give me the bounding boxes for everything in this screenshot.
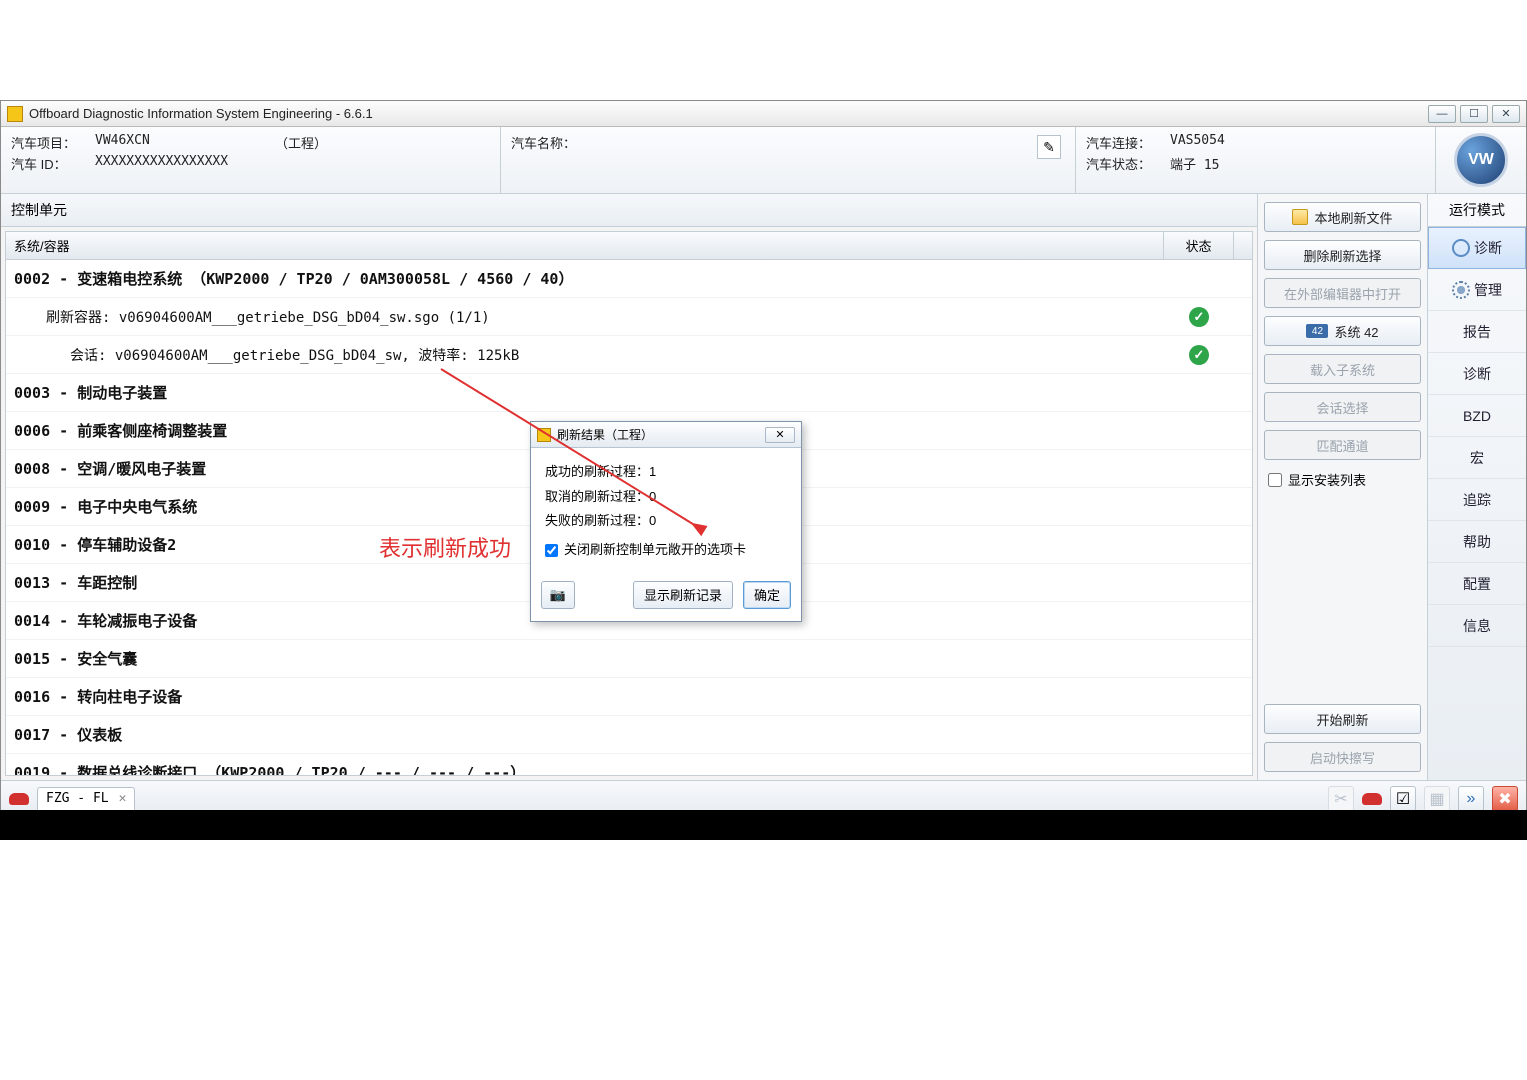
table-row[interactable]: 0019 - 数据总线诊断接口 （KWP2000 / TP20 / --- / … <box>6 754 1252 775</box>
open-external-editor-button[interactable]: 在外部编辑器中打开 <box>1264 278 1421 308</box>
minimize-button[interactable]: — <box>1428 105 1456 123</box>
table-row[interactable]: 0002 - 变速箱电控系统 （KWP2000 / TP20 / 0AM3000… <box>6 260 1252 298</box>
dialog-screenshot-button[interactable]: 📷 <box>541 581 575 609</box>
car-icon <box>9 793 29 805</box>
mode-item-manage[interactable]: 管理 <box>1428 269 1526 311</box>
annotation-arrow <box>381 349 721 549</box>
mode-item-info[interactable]: 信息 <box>1428 605 1526 647</box>
row-text: 0016 - 转向柱电子设备 <box>6 686 1164 707</box>
close-button[interactable]: ✕ <box>1492 105 1520 123</box>
footer-scissors-button[interactable]: ✂ <box>1328 786 1354 812</box>
mode-item-diagnosis[interactable]: 诊断 <box>1428 227 1526 269</box>
app-icon <box>7 106 23 122</box>
conn-value: VAS5054 <box>1170 133 1225 152</box>
mode-sidebar: 运行模式 诊断 管理 报告 诊断 BZD 宏 追踪 帮助 配置 信息 <box>1428 194 1526 780</box>
col-system[interactable]: 系统/容器 <box>6 232 1164 259</box>
folder-icon <box>1292 209 1308 225</box>
project-label: 汽车项目： <box>11 133 95 152</box>
mode-item-bzd[interactable]: BZD <box>1428 395 1526 437</box>
dialog-close-button[interactable]: ✕ <box>765 427 795 443</box>
name-label: 汽车名称： <box>511 133 595 152</box>
action-panel: 本地刷新文件 删除刷新选择 在外部编辑器中打开 42系统 42 载入子系统 会话… <box>1258 194 1428 780</box>
num42-icon: 42 <box>1306 324 1328 338</box>
start-quickwrite-button[interactable]: 启动快擦写 <box>1264 742 1421 772</box>
window-title: Offboard Diagnostic Information System E… <box>29 106 1428 121</box>
camera-icon: 📷 <box>550 587 566 603</box>
dialog-show-log-button[interactable]: 显示刷新记录 <box>633 581 733 609</box>
tab-close-icon[interactable]: ✕ <box>119 791 127 806</box>
table-row[interactable]: 0017 - 仪表板 <box>6 716 1252 754</box>
mode-item-macro[interactable]: 宏 <box>1428 437 1526 479</box>
edit-name-button[interactable]: ✎ <box>1037 135 1061 159</box>
stethoscope-icon <box>1452 239 1470 257</box>
vw-logo-icon <box>1454 133 1508 187</box>
id-value: XXXXXXXXXXXXXXXXX <box>95 154 228 173</box>
tab-fzg[interactable]: FZG - FL✕ <box>37 787 135 811</box>
footer-grid-button[interactable]: ▦ <box>1424 786 1450 812</box>
local-flash-file-button[interactable]: 本地刷新文件 <box>1264 202 1421 232</box>
match-channel-button[interactable]: 匹配通道 <box>1264 430 1421 460</box>
footer-cancel-button[interactable]: ✖ <box>1492 786 1518 812</box>
mode-item-help[interactable]: 帮助 <box>1428 521 1526 563</box>
system-42-button[interactable]: 42系统 42 <box>1264 316 1421 346</box>
row-text: 0015 - 安全气囊 <box>6 648 1164 669</box>
maximize-button[interactable]: ☐ <box>1460 105 1488 123</box>
footer-car-icon <box>1362 793 1382 805</box>
check-ok-icon <box>1189 345 1209 365</box>
delete-flash-selection-button[interactable]: 删除刷新选择 <box>1264 240 1421 270</box>
row-text: 0019 - 数据总线诊断接口 （KWP2000 / TP20 / --- / … <box>6 762 1164 775</box>
footer-check-button[interactable]: ☑ <box>1390 786 1416 812</box>
col-status[interactable]: 状态 <box>1164 232 1234 259</box>
table-row[interactable]: 0015 - 安全气囊 <box>6 640 1252 678</box>
info-header: 汽车项目：VW46XCN（工程） 汽车 ID：XXXXXXXXXXXXXXXXX… <box>1 127 1526 194</box>
pencil-icon: ✎ <box>1043 139 1055 156</box>
state-value: 端子 15 <box>1170 154 1219 173</box>
mode-title: 运行模式 <box>1428 194 1526 227</box>
mode-item-diag2[interactable]: 诊断 <box>1428 353 1526 395</box>
show-install-list-input[interactable] <box>1268 473 1282 487</box>
mode-item-trace[interactable]: 追踪 <box>1428 479 1526 521</box>
project-value: VW46XCN <box>95 133 275 152</box>
state-label: 汽车状态： <box>1086 154 1170 173</box>
row-text: 0002 - 变速箱电控系统 （KWP2000 / TP20 / 0AM3000… <box>6 268 1164 289</box>
mode-item-report[interactable]: 报告 <box>1428 311 1526 353</box>
id-label: 汽车 ID： <box>11 154 95 173</box>
load-subsystem-button[interactable]: 载入子系统 <box>1264 354 1421 384</box>
table-row[interactable]: 0016 - 转向柱电子设备 <box>6 678 1252 716</box>
conn-label: 汽车连接： <box>1086 133 1170 152</box>
mode-item-config[interactable]: 配置 <box>1428 563 1526 605</box>
bottom-black-bar <box>0 810 1527 840</box>
row-status <box>1164 345 1234 365</box>
table-row[interactable]: 刷新容器: v06904600AM___getriebe_DSG_bD04_sw… <box>6 298 1252 336</box>
annotation-text: 表示刷新成功 <box>379 531 511 563</box>
row-text: 0017 - 仪表板 <box>6 724 1164 745</box>
dialog-ok-button[interactable]: 确定 <box>743 581 791 609</box>
gear-icon <box>1452 281 1470 299</box>
show-install-list-checkbox[interactable]: 显示安装列表 <box>1264 468 1421 491</box>
project-mode: （工程） <box>275 133 327 152</box>
row-text: 刷新容器: v06904600AM___getriebe_DSG_bD04_sw… <box>6 307 1164 327</box>
titlebar: Offboard Diagnostic Information System E… <box>1 101 1526 127</box>
session-select-button[interactable]: 会话选择 <box>1264 392 1421 422</box>
row-status <box>1164 307 1234 327</box>
section-title: 控制单元 <box>1 194 1257 227</box>
start-flash-button[interactable]: 开始刷新 <box>1264 704 1421 734</box>
footer-expand-button[interactable]: » <box>1458 786 1484 812</box>
check-ok-icon <box>1189 307 1209 327</box>
